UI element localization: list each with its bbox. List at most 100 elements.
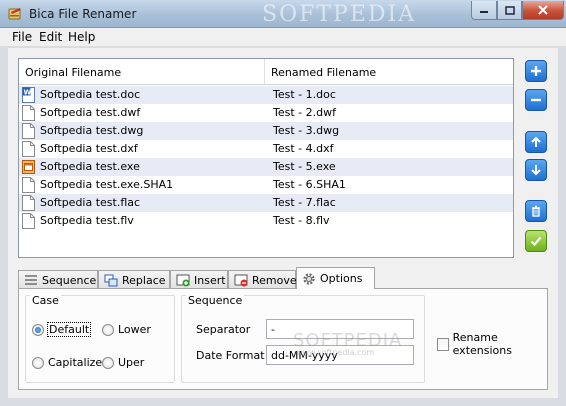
radio-label: Default — [46, 322, 92, 337]
insert-icon — [176, 274, 190, 286]
sequence-group-title: Sequence — [186, 294, 245, 307]
renamed-filename: Test - 8.flv — [273, 214, 330, 227]
tab-options[interactable]: Options — [296, 267, 375, 289]
renamed-filename: Test - 5.exe — [273, 160, 336, 173]
radio-label: Capitalize — [48, 356, 103, 369]
file-icon — [22, 177, 35, 193]
menu-bar: File Edit Help — [0, 28, 566, 47]
radio-label: Lower — [118, 323, 151, 336]
remove-text-icon — [234, 274, 248, 286]
minimize-button[interactable] — [471, 1, 497, 20]
main-area: Original Filename Renamed Filename W Sof… — [8, 48, 558, 398]
radio-indicator — [32, 323, 44, 336]
file-icon — [22, 123, 35, 139]
renamed-filename: Test - 4.dxf — [273, 142, 334, 155]
tab-remove[interactable]: Remove — [228, 270, 297, 289]
tab-replace[interactable]: Replace — [98, 270, 170, 289]
column-renamed-filename[interactable]: Renamed Filename — [271, 66, 376, 79]
rename-extensions-checkbox[interactable]: Rename extensions — [437, 331, 547, 357]
file-icon — [22, 195, 35, 211]
rename-button[interactable] — [525, 230, 547, 252]
case-group-title: Case — [30, 294, 61, 307]
tab-sequence[interactable]: Sequence — [18, 270, 98, 289]
remove-files-button[interactable] — [525, 89, 547, 111]
table-row[interactable]: Softpedia test.dwf Test - 2.dwf — [19, 104, 513, 122]
panel-watermark-url: www.softpedia.com — [296, 348, 375, 357]
tab-label: Options — [320, 272, 363, 285]
tab-label: Insert — [194, 273, 226, 287]
case-capitalize-radio[interactable]: Capitalize — [32, 356, 102, 369]
renamed-filename: Test - 7.flac — [273, 196, 336, 209]
watermark-text: SOFTPEDIA — [262, 2, 417, 27]
column-separator[interactable] — [264, 59, 265, 84]
date-format-label: Date Format — [196, 349, 265, 362]
list-icon — [25, 275, 37, 285]
checkmark-icon — [530, 236, 542, 247]
tab-strip: Sequence Replace Insert Remove Options — [18, 267, 548, 289]
renamed-filename: Test - 3.dwg — [273, 124, 340, 137]
original-filename: Softpedia test.flv — [40, 214, 134, 227]
table-row[interactable]: Softpedia test.exe Test - 5.exe — [19, 158, 513, 176]
separator-label: Separator — [196, 323, 251, 336]
title-bar[interactable]: Bica File Renamer SOFTPEDIA — [0, 0, 566, 28]
maximize-icon — [504, 5, 515, 15]
radio-indicator — [102, 356, 114, 369]
menu-help[interactable]: Help — [68, 30, 95, 44]
app-icon — [8, 8, 21, 20]
case-lower-radio[interactable]: Lower — [102, 323, 151, 336]
column-original-filename[interactable]: Original Filename — [25, 66, 121, 79]
original-filename: Softpedia test.exe — [40, 160, 140, 173]
table-row[interactable]: Softpedia test.dwg Test - 3.dwg — [19, 122, 513, 140]
options-panel: Case Default Lower Capitalize Uper Seque… — [18, 288, 548, 390]
original-filename: Softpedia test.exe.SHA1 — [40, 178, 174, 191]
remove-icon — [531, 98, 541, 102]
table-row[interactable]: Softpedia test.dxf Test - 4.dxf — [19, 140, 513, 158]
tab-label: Remove — [252, 273, 297, 287]
exe-icon — [22, 160, 35, 174]
renamed-filename: Test - 2.dwf — [273, 106, 336, 119]
radio-indicator — [102, 323, 114, 336]
list-header: Original Filename Renamed Filename — [19, 59, 513, 85]
checkbox-indicator — [437, 337, 449, 351]
table-row[interactable]: Softpedia test.flac Test - 7.flac — [19, 194, 513, 212]
original-filename: Softpedia test.dxf — [40, 142, 138, 155]
checkbox-label: Rename extensions — [452, 331, 512, 357]
gear-icon — [303, 272, 315, 285]
renamed-filename: Test - 6.SHA1 — [273, 178, 346, 191]
radio-label: Uper — [118, 356, 145, 369]
file-icon — [22, 105, 35, 121]
word-doc-icon: W — [22, 87, 35, 103]
trash-icon — [532, 205, 540, 217]
tab-label: Sequence — [42, 273, 97, 287]
original-filename: Softpedia test.flac — [40, 196, 141, 209]
original-filename: Softpedia test.doc — [40, 88, 141, 101]
case-group: Case Default Lower Capitalize Uper — [25, 294, 175, 383]
move-up-icon — [531, 136, 541, 147]
file-list[interactable]: Original Filename Renamed Filename W Sof… — [18, 58, 514, 258]
maximize-button[interactable] — [497, 1, 522, 20]
move-down-button[interactable] — [525, 159, 547, 181]
table-row[interactable]: W Softpedia test.doc Test - 1.doc — [19, 86, 513, 104]
original-filename: Softpedia test.dwg — [40, 124, 144, 137]
file-icon — [22, 213, 35, 229]
close-icon — [538, 5, 548, 15]
add-icon — [531, 66, 541, 76]
replace-icon — [104, 274, 118, 286]
move-down-icon — [531, 165, 541, 176]
delete-button[interactable] — [525, 200, 547, 222]
table-row[interactable]: Softpedia test.exe.SHA1 Test - 6.SHA1 — [19, 176, 513, 194]
add-files-button[interactable] — [525, 60, 547, 82]
original-filename: Softpedia test.dwf — [40, 106, 141, 119]
move-up-button[interactable] — [525, 131, 547, 153]
menu-edit[interactable]: Edit — [39, 30, 62, 44]
minimize-icon — [480, 11, 488, 13]
tab-insert[interactable]: Insert — [170, 270, 228, 289]
tab-label: Replace — [122, 273, 166, 287]
table-row[interactable]: Softpedia test.flv Test - 8.flv — [19, 212, 513, 230]
case-default-radio[interactable]: Default — [32, 322, 92, 337]
window-title: Bica File Renamer — [29, 7, 137, 21]
close-button[interactable] — [522, 1, 564, 20]
menu-file[interactable]: File — [12, 30, 32, 44]
case-upper-radio[interactable]: Uper — [102, 356, 144, 369]
renamed-filename: Test - 1.doc — [273, 88, 336, 101]
